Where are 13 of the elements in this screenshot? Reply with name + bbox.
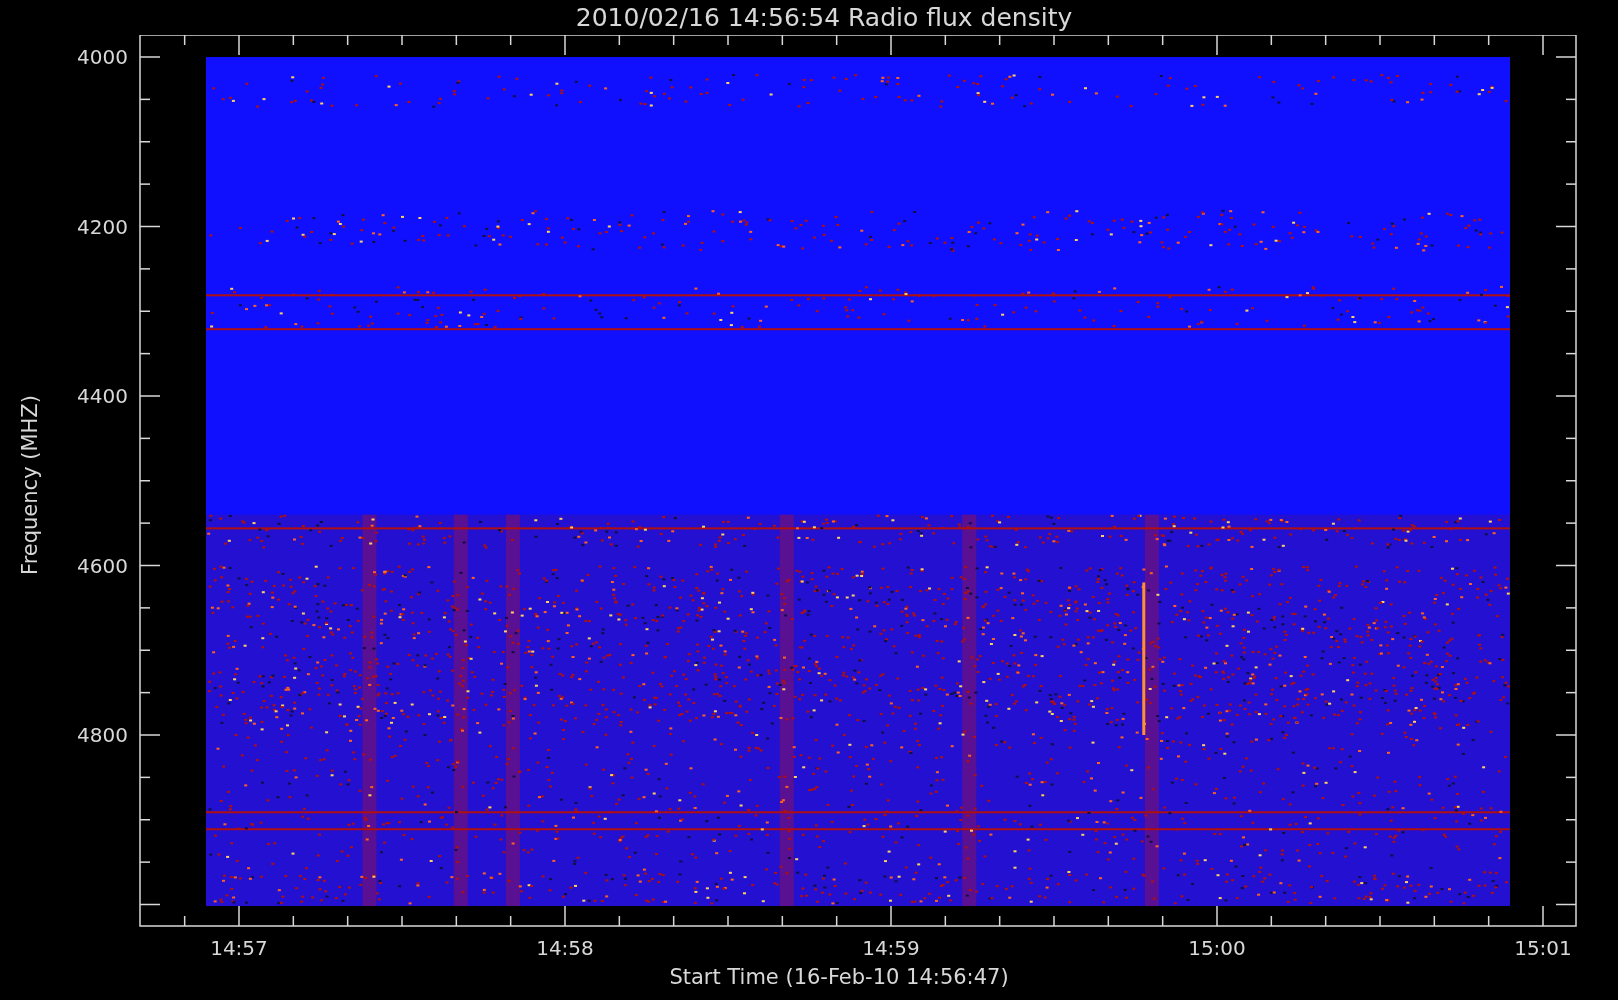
y-tick-label: 4800	[77, 723, 128, 747]
x-tick-label: 14:59	[862, 936, 920, 960]
x-tick-label: 14:58	[536, 936, 594, 960]
y-tick-label: 4400	[77, 384, 128, 408]
x-tick-label: 15:01	[1514, 936, 1572, 960]
x-tick-label: 14:57	[210, 936, 268, 960]
x-axis-label: Start Time (16-Feb-10 14:56:47)	[669, 965, 1009, 989]
y-tick-label: 4000	[77, 45, 128, 69]
y-tick-label: 4600	[77, 553, 128, 578]
x-tick-label: 15:00	[1188, 936, 1246, 960]
plot-title: 2010/02/16 14:56:54 Radio flux density	[574, 2, 1074, 34]
y-axis-label: Frequency (MHZ)	[18, 395, 42, 575]
y-tick-label: 4200	[77, 214, 128, 239]
